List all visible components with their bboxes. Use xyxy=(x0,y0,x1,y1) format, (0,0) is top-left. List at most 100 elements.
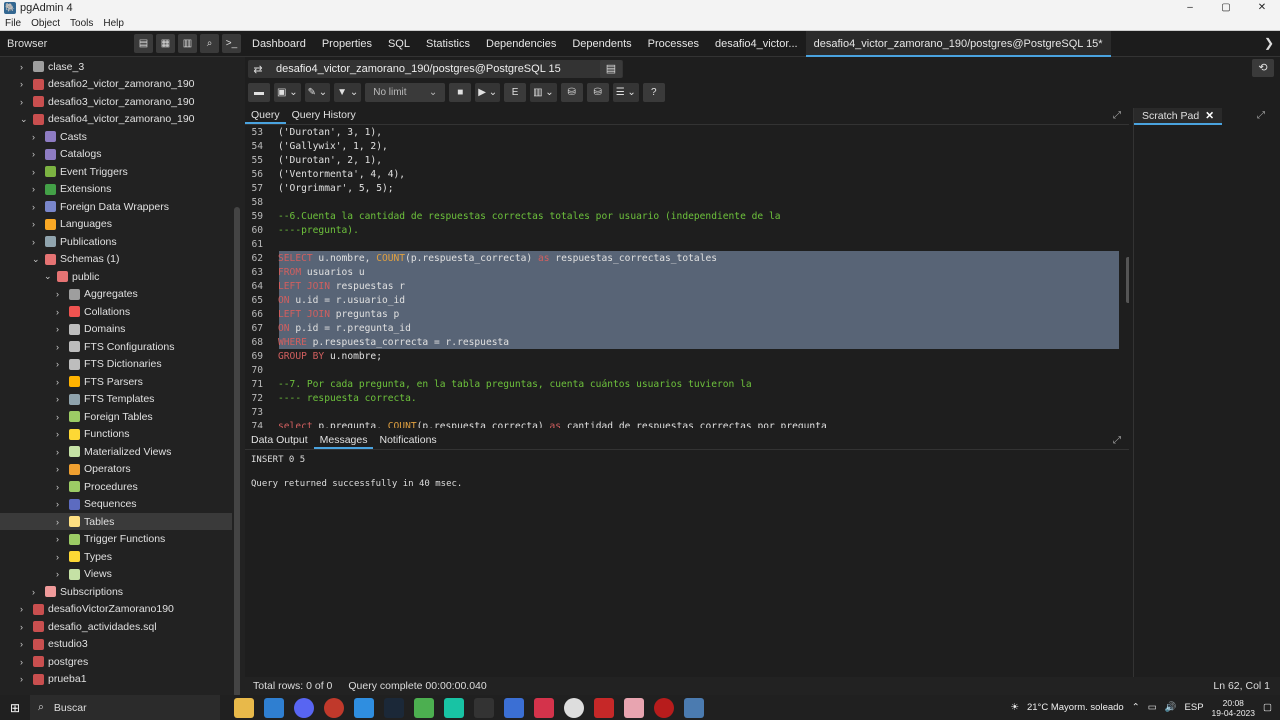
chevron-right-icon[interactable]: › xyxy=(32,219,42,229)
minimize-button[interactable]: – xyxy=(1172,0,1208,16)
terminal-icon[interactable]: >_ xyxy=(222,34,241,53)
rollback-icon[interactable]: ⛁ xyxy=(586,82,609,102)
chevron-down-icon[interactable]: ⌄ xyxy=(44,271,54,282)
tab-dashboard[interactable]: Dashboard xyxy=(244,31,314,57)
expand-icon[interactable]: ⤢ xyxy=(1113,435,1121,446)
tab-query-history[interactable]: Query History xyxy=(286,108,362,124)
tab-statistics[interactable]: Statistics xyxy=(418,31,478,57)
chevron-right-icon[interactable]: › xyxy=(56,447,66,457)
tree-item[interactable]: › Publications xyxy=(0,233,232,250)
tree-item[interactable]: › Materialized Views xyxy=(0,443,232,460)
tree-scrollbar[interactable] xyxy=(234,207,240,695)
code-line[interactable]: 68 WHERE p.respuesta_correcta = r.respues… xyxy=(245,337,1119,351)
expand-icon[interactable]: ⤢ xyxy=(1113,110,1121,121)
tree-item[interactable]: › Types xyxy=(0,548,232,565)
chevron-right-icon[interactable]: › xyxy=(56,464,66,474)
windows-start-icon[interactable]: ⊞ xyxy=(0,701,30,715)
chevron-right-icon[interactable]: › xyxy=(56,394,66,404)
app-icon[interactable] xyxy=(504,697,524,718)
maximize-button[interactable]: ▢ xyxy=(1208,0,1244,16)
code-line[interactable]: 55 ('Durotan', 2, 1), xyxy=(245,155,1119,169)
network-icon[interactable]: ▭ xyxy=(1148,702,1157,713)
code-line[interactable]: 56 ('Ventormenta', 4, 4), xyxy=(245,169,1119,183)
tree-item[interactable]: › FTS Configurations xyxy=(0,338,232,355)
tab-dependencies[interactable]: Dependencies xyxy=(478,31,564,57)
tree-item[interactable]: › desafio_actividades.sql xyxy=(0,618,232,635)
chevron-right-icon[interactable]: › xyxy=(56,482,66,492)
code-line[interactable]: 74 select p.pregunta, COUNT(p.respuesta_c… xyxy=(245,421,1119,428)
tab-data-output[interactable]: Data Output xyxy=(245,431,314,449)
tree-item[interactable]: › desafio3_victor_zamorano_190 xyxy=(0,93,232,110)
menu-file[interactable]: File xyxy=(0,18,26,29)
code-line[interactable]: 57 ('Orgrimmar', 5, 5); xyxy=(245,183,1119,197)
chevron-right-icon[interactable]: › xyxy=(20,604,30,614)
code-line[interactable]: 60 ----pregunta). xyxy=(245,225,1119,239)
tree-item[interactable]: ⌄ public xyxy=(0,268,232,285)
chevron-right-icon[interactable]: › xyxy=(56,499,66,509)
tab-scratch-pad[interactable]: Scratch Pad ✕ xyxy=(1134,108,1223,125)
tree-item[interactable]: › Subscriptions xyxy=(0,583,232,600)
code-line[interactable]: 67 ON p.id = r.pregunta_id xyxy=(245,323,1119,337)
code-line[interactable]: 72 ---- respuesta correcta. xyxy=(245,393,1119,407)
chevron-right-icon[interactable]: › xyxy=(56,517,66,527)
chevron-right-icon[interactable]: › xyxy=(20,622,30,632)
open-file-icon[interactable]: ▬ xyxy=(248,82,270,102)
chevron-right-icon[interactable]: › xyxy=(20,97,30,107)
tree-item[interactable]: › Languages xyxy=(0,216,232,233)
chevron-right-icon[interactable]: › xyxy=(32,149,42,159)
weather-icon[interactable]: ☀ xyxy=(1010,702,1019,713)
chevron-right-icon[interactable]: › xyxy=(20,62,30,72)
stop-icon[interactable]: ■ xyxy=(449,82,472,102)
editor-scrollbar[interactable] xyxy=(1126,257,1129,303)
search-icon[interactable]: ⌕ xyxy=(200,34,219,53)
code-line[interactable]: 65 ON u.id = r.usuario_id xyxy=(245,295,1119,309)
chevron-right-icon[interactable]: › xyxy=(56,342,66,352)
tree-item[interactable]: › Sequences xyxy=(0,496,232,513)
tab-notifications[interactable]: Notifications xyxy=(373,431,442,449)
code-line[interactable]: 53 ('Durotan', 3, 1), xyxy=(245,127,1119,141)
edit-icon[interactable]: ✎ ⌄ xyxy=(304,82,331,102)
chevron-down-icon[interactable]: ⌄ xyxy=(32,254,42,265)
execute-icon[interactable]: ▶ ⌄ xyxy=(475,82,501,102)
tree-item[interactable]: ⌄ Schemas (1) xyxy=(0,251,232,268)
code-line[interactable]: 59 --6.Cuenta la cantidad de respuestas c… xyxy=(245,211,1119,225)
pgadmin-taskbar-icon[interactable] xyxy=(684,697,704,718)
collapse-icon[interactable]: ❯ xyxy=(1264,36,1274,50)
chevron-right-icon[interactable]: › xyxy=(32,167,42,177)
chevron-right-icon[interactable]: › xyxy=(32,184,42,194)
tab-properties[interactable]: Properties xyxy=(314,31,380,57)
tree-item[interactable]: › estudio3 xyxy=(0,636,232,653)
tree-item[interactable]: › FTS Dictionaries xyxy=(0,356,232,373)
chevron-right-icon[interactable]: › xyxy=(56,534,66,544)
app-icon[interactable] xyxy=(414,697,434,718)
close-icon[interactable]: ✕ xyxy=(1199,110,1214,122)
code-line[interactable]: 71 --7. Por cada pregunta, en la tabla pr… xyxy=(245,379,1119,393)
tree-item[interactable]: › Functions xyxy=(0,426,232,443)
view-icon[interactable]: ▥ xyxy=(178,34,197,53)
taskbar-search[interactable]: ⌕ Buscar xyxy=(30,695,220,720)
chevron-right-icon[interactable]: › xyxy=(56,569,66,579)
chevron-right-icon[interactable]: › xyxy=(56,359,66,369)
chevron-up-icon[interactable]: ⌃ xyxy=(1132,702,1140,713)
chevron-down-icon[interactable]: ⌄ xyxy=(20,114,30,125)
code-line[interactable]: 63 FROM usuarios u xyxy=(245,267,1119,281)
language-indicator[interactable]: ESP xyxy=(1185,702,1204,713)
tree-item[interactable]: › Foreign Data Wrappers xyxy=(0,198,232,215)
tree-item[interactable]: › Collations xyxy=(0,303,232,320)
chevron-right-icon[interactable]: › xyxy=(56,377,66,387)
app-icon[interactable] xyxy=(564,697,584,718)
tree-item[interactable]: › Extensions xyxy=(0,181,232,198)
tree-item[interactable]: › Tables xyxy=(0,513,232,530)
explain-icon[interactable]: E xyxy=(504,82,527,102)
chevron-right-icon[interactable]: › xyxy=(20,657,30,667)
app-icon[interactable] xyxy=(594,697,614,718)
tree-item[interactable]: › Trigger Functions xyxy=(0,531,232,548)
help-icon[interactable]: ? xyxy=(642,82,665,102)
tree-item[interactable]: › prueba1 xyxy=(0,671,232,688)
tree-item[interactable]: › postgres xyxy=(0,653,232,670)
macros-icon[interactable]: ☰ ⌄ xyxy=(612,82,639,102)
tree-item[interactable]: › FTS Templates xyxy=(0,391,232,408)
refresh-icon[interactable]: ⟲ xyxy=(1252,59,1274,77)
menu-tools[interactable]: Tools xyxy=(65,18,98,29)
weather-text[interactable]: 21°C Mayorm. soleado xyxy=(1027,702,1124,713)
